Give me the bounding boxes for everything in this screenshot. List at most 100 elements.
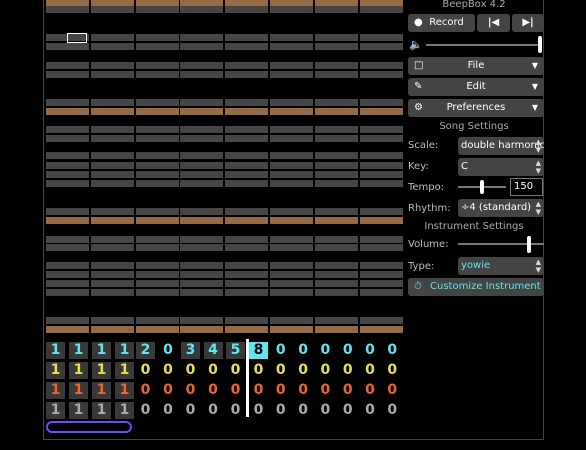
beat-cell[interactable] xyxy=(270,317,313,324)
pattern-cell[interactable]: 0 xyxy=(159,362,178,379)
beat-cell[interactable] xyxy=(359,6,403,13)
beat-cell[interactable] xyxy=(46,244,89,251)
beat-cell[interactable] xyxy=(46,162,89,169)
beat-cell[interactable] xyxy=(314,217,358,224)
pattern-cell[interactable]: 0 xyxy=(383,382,402,399)
beat-cell[interactable] xyxy=(46,99,89,106)
beat-cell[interactable] xyxy=(225,62,269,69)
beat-cell[interactable] xyxy=(180,62,224,69)
pattern-cell[interactable]: 0 xyxy=(271,342,290,359)
pattern-cell[interactable]: 0 xyxy=(226,382,245,399)
beat-cell[interactable] xyxy=(180,71,224,78)
pattern-cell[interactable]: 1 xyxy=(69,342,88,359)
beat-cell[interactable] xyxy=(46,171,89,178)
beat-cell[interactable] xyxy=(314,34,358,41)
beat-cell[interactable] xyxy=(270,262,313,269)
pattern-cell[interactable]: 8 xyxy=(249,342,268,359)
beat-cell[interactable] xyxy=(46,62,89,69)
beat-cell[interactable] xyxy=(135,62,179,69)
pattern-cell[interactable]: 0 xyxy=(361,402,380,419)
track-pattern-grid[interactable]: 1111203458000000111100000000000011110000… xyxy=(44,339,404,419)
beat-cell[interactable] xyxy=(225,180,269,187)
pattern-editor[interactable] xyxy=(46,0,403,335)
beat-cell[interactable] xyxy=(270,152,313,159)
beat-cell[interactable] xyxy=(180,280,224,287)
pattern-cell[interactable]: 0 xyxy=(249,382,268,399)
beat-cell[interactable] xyxy=(225,271,269,278)
beat-cell[interactable] xyxy=(90,6,134,13)
pattern-cell[interactable]: 1 xyxy=(92,342,111,359)
beat-cell[interactable] xyxy=(225,208,269,215)
pattern-cell[interactable]: 0 xyxy=(226,362,245,379)
beat-cell[interactable] xyxy=(359,289,403,296)
beat-cell[interactable] xyxy=(314,43,358,50)
beat-cell[interactable] xyxy=(359,271,403,278)
beat-cell[interactable] xyxy=(46,135,89,142)
beat-cell[interactable] xyxy=(90,126,134,133)
pattern-cell[interactable]: 2 xyxy=(136,342,155,359)
beat-cell[interactable] xyxy=(270,208,313,215)
beat-cell[interactable] xyxy=(225,236,269,243)
beat-cell[interactable] xyxy=(90,262,134,269)
beat-cell[interactable] xyxy=(314,171,358,178)
pattern-cell[interactable]: 1 xyxy=(46,402,65,419)
beat-cell[interactable] xyxy=(359,217,403,224)
pattern-cell[interactable]: 1 xyxy=(46,382,65,399)
beat-cell[interactable] xyxy=(180,108,224,115)
beat-cell[interactable] xyxy=(359,71,403,78)
pattern-cell[interactable]: 0 xyxy=(294,402,313,419)
beat-cell[interactable] xyxy=(270,108,313,115)
beat-cell[interactable] xyxy=(270,62,313,69)
beat-cell[interactable] xyxy=(359,236,403,243)
instrument-type-select[interactable]: yowie ▲ ▼ xyxy=(458,257,544,275)
beat-cell[interactable] xyxy=(225,262,269,269)
beat-cell[interactable] xyxy=(314,317,358,324)
beat-cell[interactable] xyxy=(359,244,403,251)
pattern-cell[interactable]: 0 xyxy=(271,382,290,399)
pattern-cell[interactable]: 1 xyxy=(46,342,65,359)
beat-cell[interactable] xyxy=(90,135,134,142)
beat-cell[interactable] xyxy=(180,244,224,251)
beat-cell[interactable] xyxy=(225,152,269,159)
pattern-cell[interactable]: 0 xyxy=(338,382,357,399)
pattern-cell[interactable]: 0 xyxy=(181,402,200,419)
beat-cell[interactable] xyxy=(180,34,224,41)
beat-cell[interactable] xyxy=(270,71,313,78)
key-select[interactable]: C ▲ ▼ xyxy=(458,158,544,176)
beat-cell[interactable] xyxy=(270,34,313,41)
pattern-cell[interactable]: 0 xyxy=(316,362,335,379)
beat-cell[interactable] xyxy=(359,208,403,215)
pattern-cell[interactable]: 0 xyxy=(136,402,155,419)
pattern-cell[interactable]: 5 xyxy=(226,342,245,359)
beat-cell[interactable] xyxy=(270,6,313,13)
beat-cell[interactable] xyxy=(314,71,358,78)
beat-cell[interactable] xyxy=(135,99,179,106)
beat-cell[interactable] xyxy=(90,171,134,178)
pattern-cell[interactable]: 0 xyxy=(338,362,357,379)
beat-cell[interactable] xyxy=(359,262,403,269)
beat-cell[interactable] xyxy=(270,326,313,333)
master-volume-slider[interactable] xyxy=(426,44,542,46)
beat-cell[interactable] xyxy=(90,236,134,243)
beat-cell[interactable] xyxy=(180,6,224,13)
beat-cell[interactable] xyxy=(270,135,313,142)
pattern-cell[interactable]: 0 xyxy=(204,382,223,399)
pattern-cell[interactable]: 0 xyxy=(226,402,245,419)
customize-instrument-button[interactable]: ⏱ Customize Instrument xyxy=(408,278,544,296)
beat-cell[interactable] xyxy=(135,135,179,142)
record-button[interactable]: ● Record xyxy=(408,14,475,32)
beat-cell[interactable] xyxy=(270,162,313,169)
beat-cell[interactable] xyxy=(180,152,224,159)
beat-cell[interactable] xyxy=(314,62,358,69)
beat-cell[interactable] xyxy=(135,289,179,296)
beat-cell[interactable] xyxy=(270,280,313,287)
beat-cell[interactable] xyxy=(314,6,358,13)
pattern-cell[interactable]: 1 xyxy=(92,382,111,399)
beat-cell[interactable] xyxy=(314,236,358,243)
instrument-volume-slider[interactable] xyxy=(458,243,544,245)
pattern-cell[interactable]: 1 xyxy=(115,382,134,399)
tempo-knob[interactable] xyxy=(480,180,484,194)
beat-cell[interactable] xyxy=(90,62,134,69)
beat-cell[interactable] xyxy=(314,162,358,169)
master-volume-knob[interactable] xyxy=(538,36,542,53)
